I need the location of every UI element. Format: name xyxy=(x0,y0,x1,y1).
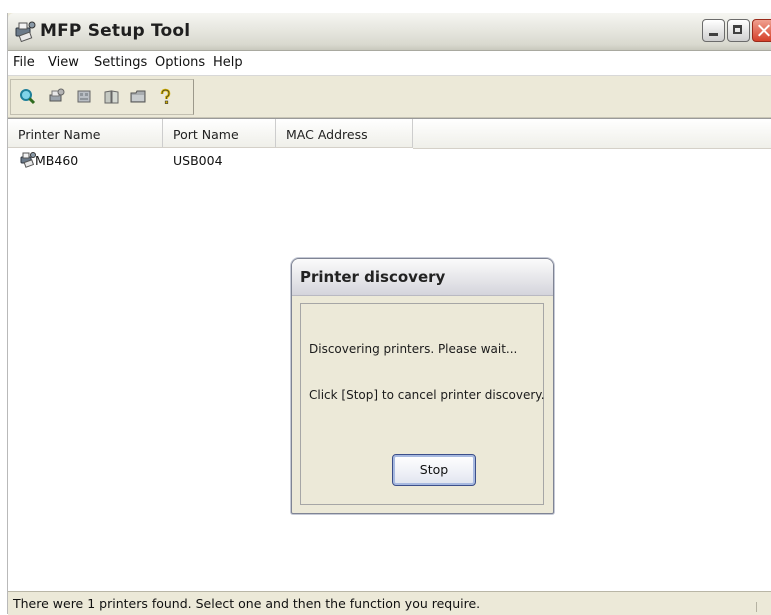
dialog-title: Printer discovery xyxy=(300,268,446,286)
maximize-button[interactable] xyxy=(727,19,750,42)
folder-icon[interactable] xyxy=(130,88,147,105)
column-header-mac-address[interactable]: MAC Address xyxy=(276,119,413,148)
status-text: There were 1 printers found. Select one … xyxy=(13,596,481,611)
resize-grip[interactable] xyxy=(756,602,767,612)
network-card-icon[interactable] xyxy=(76,88,93,105)
printer-discovery-dialog: Printer discovery Discovering printers. … xyxy=(291,258,554,514)
menu-bar: File View Settings Options Help xyxy=(8,51,771,76)
column-header-printer-name[interactable]: Printer Name xyxy=(8,119,163,148)
window-title: MFP Setup Tool xyxy=(40,21,191,41)
dialog-body: Discovering printers. Please wait... Cli… xyxy=(300,303,545,505)
cancel-instruction: Click [Stop] to cancel printer discovery… xyxy=(309,388,545,402)
close-button[interactable] xyxy=(752,19,771,42)
column-header-port-name[interactable]: Port Name xyxy=(163,119,276,148)
printer-name-cell: MB460 xyxy=(35,153,79,168)
menu-help[interactable]: Help xyxy=(213,55,243,70)
dialog-title-bar[interactable]: Printer discovery xyxy=(292,259,553,296)
stop-button[interactable]: Stop xyxy=(392,454,476,486)
printer-settings-icon[interactable] xyxy=(48,88,65,105)
port-name-cell: USB004 xyxy=(173,153,223,168)
toolbar xyxy=(8,76,771,118)
menu-options[interactable]: Options xyxy=(155,55,205,70)
table-row[interactable]: MB460 USB004 xyxy=(8,148,408,170)
printer-network-icon xyxy=(15,21,36,43)
title-bar[interactable]: MFP Setup Tool xyxy=(8,13,771,51)
book-icon[interactable] xyxy=(103,88,120,105)
discovery-message: Discovering printers. Please wait... xyxy=(309,342,518,356)
status-bar: There were 1 printers found. Select one … xyxy=(8,591,771,615)
toolbar-group xyxy=(10,79,194,115)
column-header-filler xyxy=(413,119,771,149)
menu-file[interactable]: File xyxy=(13,55,35,70)
menu-settings[interactable]: Settings xyxy=(94,55,147,70)
help-icon[interactable] xyxy=(157,88,174,105)
menu-view[interactable]: View xyxy=(48,55,79,70)
search-icon[interactable] xyxy=(19,88,36,105)
minimize-button[interactable] xyxy=(702,19,725,42)
